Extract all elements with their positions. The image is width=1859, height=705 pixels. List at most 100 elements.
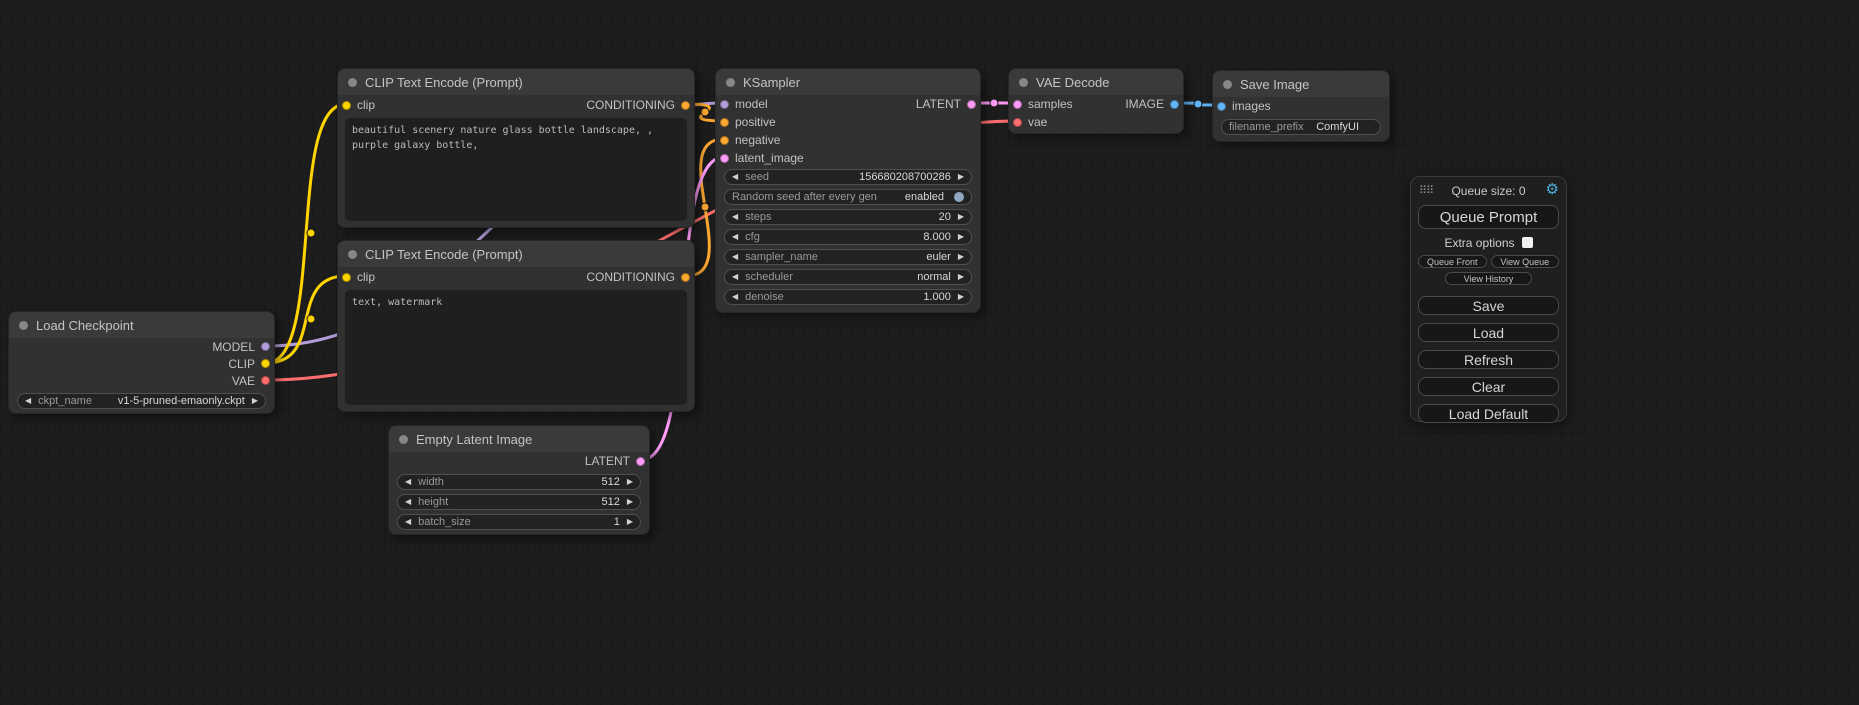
node-ksampler[interactable]: KSampler model LATENT positive negative (715, 68, 981, 313)
decrement-arrow-icon[interactable]: ◀ (732, 173, 738, 181)
input-port-negative[interactable] (720, 136, 729, 145)
decrement-arrow-icon[interactable]: ◀ (732, 213, 738, 221)
increment-arrow-icon[interactable]: ▶ (627, 518, 633, 526)
widget-ckpt-name[interactable]: ◀ ckpt_name v1-5-pruned-emaonly.ckpt ▶ (17, 393, 266, 409)
output-label-clip: CLIP (228, 357, 255, 371)
widget-sampler-name[interactable]: ◀ sampler_name euler ▶ (724, 249, 972, 265)
output-port-latent[interactable] (967, 100, 976, 109)
widget-label: filename_prefix (1229, 121, 1304, 133)
output-port-latent[interactable] (636, 457, 645, 466)
extra-options-checkbox[interactable] (1522, 237, 1533, 248)
input-label-images: images (1232, 99, 1271, 113)
widget-filename-prefix[interactable]: filename_prefix ComfyUI (1221, 119, 1381, 135)
collapse-dot-icon[interactable] (348, 78, 357, 87)
widget-label: height (418, 496, 448, 508)
clear-button[interactable]: Clear (1418, 377, 1559, 396)
widget-width[interactable]: ◀ width 512 ▶ (397, 474, 641, 490)
refresh-button[interactable]: Refresh (1418, 350, 1559, 369)
node-graph-canvas[interactable]: Load Checkpoint MODEL CLIP VAE ◀ ckpt_na… (0, 0, 1859, 705)
settings-gear-icon[interactable]: ⚙ (1546, 182, 1559, 199)
increment-arrow-icon[interactable]: ▶ (958, 233, 964, 241)
increment-arrow-icon[interactable]: ▶ (627, 498, 633, 506)
output-port-clip[interactable] (261, 359, 270, 368)
save-button[interactable]: Save (1418, 296, 1559, 315)
decrement-arrow-icon[interactable]: ◀ (732, 273, 738, 281)
collapse-dot-icon[interactable] (19, 321, 28, 330)
decrement-arrow-icon[interactable]: ◀ (405, 498, 411, 506)
input-label-clip: clip (357, 270, 375, 284)
queue-front-button[interactable]: Queue Front (1418, 255, 1487, 268)
view-history-button[interactable]: View History (1445, 272, 1532, 285)
widget-scheduler[interactable]: ◀ scheduler normal ▶ (724, 269, 972, 285)
node-clip-text-encode-negative[interactable]: CLIP Text Encode (Prompt) clip CONDITION… (337, 240, 695, 412)
increment-arrow-icon[interactable]: ▶ (958, 253, 964, 261)
increment-arrow-icon[interactable]: ▶ (252, 397, 258, 405)
node-save-image[interactable]: Save Image images filename_prefix ComfyU… (1212, 70, 1390, 142)
widget-label: batch_size (418, 516, 471, 528)
increment-arrow-icon[interactable]: ▶ (958, 273, 964, 281)
input-port-latent-image[interactable] (720, 154, 729, 163)
decrement-arrow-icon[interactable]: ◀ (405, 518, 411, 526)
output-port-model[interactable] (261, 342, 270, 351)
widget-denoise[interactable]: ◀ denoise 1.000 ▶ (724, 289, 972, 305)
output-port-conditioning[interactable] (681, 101, 690, 110)
output-port-vae[interactable] (261, 376, 270, 385)
input-port-clip[interactable] (342, 101, 351, 110)
node-title-bar[interactable]: Empty Latent Image (389, 426, 649, 452)
collapse-dot-icon[interactable] (399, 435, 408, 444)
load-default-button[interactable]: Load Default (1418, 404, 1559, 423)
node-title: KSampler (743, 75, 800, 90)
collapse-dot-icon[interactable] (726, 78, 735, 87)
load-button[interactable]: Load (1418, 323, 1559, 342)
decrement-arrow-icon[interactable]: ◀ (732, 233, 738, 241)
wire-midpoint-dot (307, 315, 315, 323)
widget-steps[interactable]: ◀ steps 20 ▶ (724, 209, 972, 225)
view-queue-button[interactable]: View Queue (1491, 255, 1560, 268)
widget-label: sampler_name (745, 251, 818, 263)
input-label-samples: samples (1028, 97, 1073, 111)
widget-batch-size[interactable]: ◀ batch_size 1 ▶ (397, 514, 641, 530)
node-clip-text-encode-positive[interactable]: CLIP Text Encode (Prompt) clip CONDITION… (337, 68, 695, 228)
increment-arrow-icon[interactable]: ▶ (627, 478, 633, 486)
input-port-images[interactable] (1217, 102, 1226, 111)
widget-cfg[interactable]: ◀ cfg 8.000 ▶ (724, 229, 972, 245)
decrement-arrow-icon[interactable]: ◀ (732, 253, 738, 261)
collapse-dot-icon[interactable] (1019, 78, 1028, 87)
output-port-image[interactable] (1170, 100, 1179, 109)
drag-handle-icon[interactable]: ⠿⠿ (1419, 184, 1433, 197)
node-title-bar[interactable]: Load Checkpoint (9, 312, 274, 338)
widget-label: denoise (745, 291, 784, 303)
node-title-bar[interactable]: CLIP Text Encode (Prompt) (338, 241, 694, 267)
input-port-model[interactable] (720, 100, 729, 109)
node-empty-latent-image[interactable]: Empty Latent Image LATENT ◀ width 512 ▶ … (388, 425, 650, 535)
input-port-vae[interactable] (1013, 118, 1022, 127)
node-title-bar[interactable]: CLIP Text Encode (Prompt) (338, 69, 694, 95)
toggle-enabled-indicator[interactable] (954, 192, 964, 202)
node-load-checkpoint[interactable]: Load Checkpoint MODEL CLIP VAE ◀ ckpt_na… (8, 311, 275, 414)
node-title-bar[interactable]: VAE Decode (1009, 69, 1183, 95)
input-port-clip[interactable] (342, 273, 351, 282)
increment-arrow-icon[interactable]: ▶ (958, 173, 964, 181)
widget-value: v1-5-pruned-emaonly.ckpt (118, 395, 245, 407)
increment-arrow-icon[interactable]: ▶ (958, 213, 964, 221)
prompt-textarea[interactable]: text, watermark (345, 290, 687, 405)
output-label-image: IMAGE (1125, 97, 1164, 111)
node-title-bar[interactable]: KSampler (716, 69, 980, 95)
collapse-dot-icon[interactable] (348, 250, 357, 259)
increment-arrow-icon[interactable]: ▶ (958, 293, 964, 301)
input-port-samples[interactable] (1013, 100, 1022, 109)
decrement-arrow-icon[interactable]: ◀ (25, 397, 31, 405)
node-vae-decode[interactable]: VAE Decode samples IMAGE vae (1008, 68, 1184, 134)
input-port-positive[interactable] (720, 118, 729, 127)
widget-value: 512 (601, 476, 619, 488)
node-title-bar[interactable]: Save Image (1213, 71, 1389, 97)
output-port-conditioning[interactable] (681, 273, 690, 282)
prompt-textarea[interactable]: beautiful scenery nature glass bottle la… (345, 118, 687, 221)
widget-random-seed-toggle[interactable]: Random seed after every gen enabled (724, 189, 972, 205)
widget-seed[interactable]: ◀ seed 156680208700286 ▶ (724, 169, 972, 185)
decrement-arrow-icon[interactable]: ◀ (405, 478, 411, 486)
queue-prompt-button[interactable]: Queue Prompt (1418, 205, 1559, 229)
decrement-arrow-icon[interactable]: ◀ (732, 293, 738, 301)
collapse-dot-icon[interactable] (1223, 80, 1232, 89)
widget-height[interactable]: ◀ height 512 ▶ (397, 494, 641, 510)
